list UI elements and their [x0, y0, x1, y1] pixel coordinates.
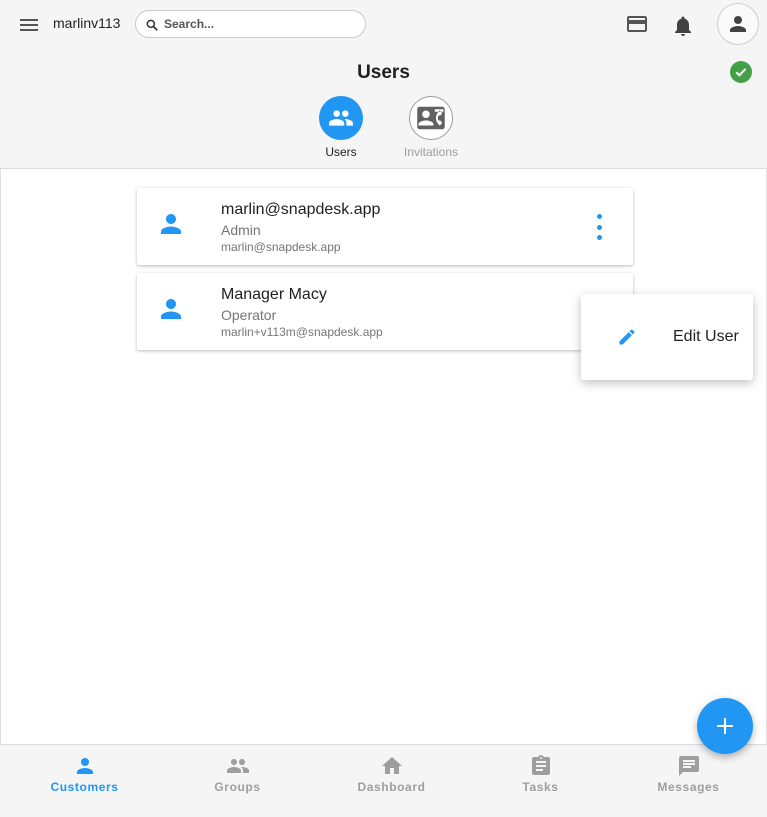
user-list-item[interactable]: Manager Macy Operator marlin+v113m@snapd… — [137, 273, 633, 350]
tab-invitations-label: Invitations — [403, 145, 459, 159]
nav-customers[interactable]: Customers — [8, 745, 161, 817]
status-ok-icon — [730, 61, 752, 83]
account-avatar-button[interactable] — [717, 3, 759, 45]
nav-messages-label: Messages — [657, 780, 720, 794]
plus-icon — [717, 718, 733, 734]
kebab-dot — [596, 235, 602, 240]
search-icon — [146, 19, 158, 31]
search-box[interactable] — [135, 10, 366, 38]
pencil-icon — [619, 329, 635, 345]
nav-customers-label: Customers — [50, 780, 119, 794]
app-header: marlinv113 Users Users — [0, 0, 767, 169]
username-label: marlinv113 — [53, 15, 121, 31]
tab-invitations[interactable]: Invitations — [391, 96, 471, 159]
user-email: marlin+v113m@snapdesk.app — [221, 325, 383, 339]
nav-messages[interactable]: Messages — [612, 745, 765, 817]
nav-tasks[interactable]: Tasks — [464, 745, 617, 817]
message-icon — [678, 756, 699, 776]
user-role: Operator — [221, 307, 277, 323]
user-list-item[interactable]: marlin@snapdesk.app Admin marlin@snapdes… — [137, 188, 633, 265]
hamburger-menu-button[interactable] — [17, 13, 41, 37]
clipboard-icon — [531, 755, 550, 775]
person-icon — [161, 299, 181, 319]
kebab-dot — [596, 224, 602, 230]
nav-groups[interactable]: Groups — [161, 745, 314, 817]
menu-icon — [20, 19, 38, 31]
bell-icon[interactable] — [671, 14, 695, 38]
more-options-button[interactable] — [589, 214, 609, 240]
nav-dashboard[interactable]: Dashboard — [315, 745, 468, 817]
person-icon — [161, 214, 181, 234]
search-input[interactable] — [164, 15, 354, 33]
people-icon — [329, 110, 353, 126]
nav-dashboard-label: Dashboard — [357, 780, 426, 794]
people-icon — [226, 759, 249, 773]
home-icon — [381, 757, 402, 774]
person-icon — [76, 758, 93, 774]
user-role: Admin — [221, 222, 261, 238]
edit-user-menu-item[interactable]: Edit User — [581, 294, 753, 380]
contact-mail-icon — [417, 106, 445, 130]
user-email: marlin@snapdesk.app — [221, 240, 341, 254]
nav-tasks-label: Tasks — [522, 780, 559, 794]
user-name: Manager Macy — [221, 286, 327, 303]
tab-invitations-circle — [409, 96, 453, 140]
page-title: Users — [357, 62, 410, 83]
account-icon — [730, 16, 746, 32]
bottom-navigation: Customers Groups Dashboard Tasks Message… — [0, 744, 767, 817]
add-user-fab-button[interactable] — [697, 698, 753, 754]
tab-users-label: Users — [325, 145, 357, 159]
edit-user-label: Edit User — [673, 328, 739, 345]
user-context-menu: Edit User — [581, 294, 753, 380]
user-name: marlin@snapdesk.app — [221, 201, 381, 218]
tab-users-circle — [319, 96, 363, 140]
kebab-dot — [596, 214, 602, 219]
credit-card-icon[interactable] — [625, 12, 649, 36]
nav-groups-label: Groups — [214, 780, 261, 794]
tab-users[interactable]: Users — [301, 96, 381, 159]
